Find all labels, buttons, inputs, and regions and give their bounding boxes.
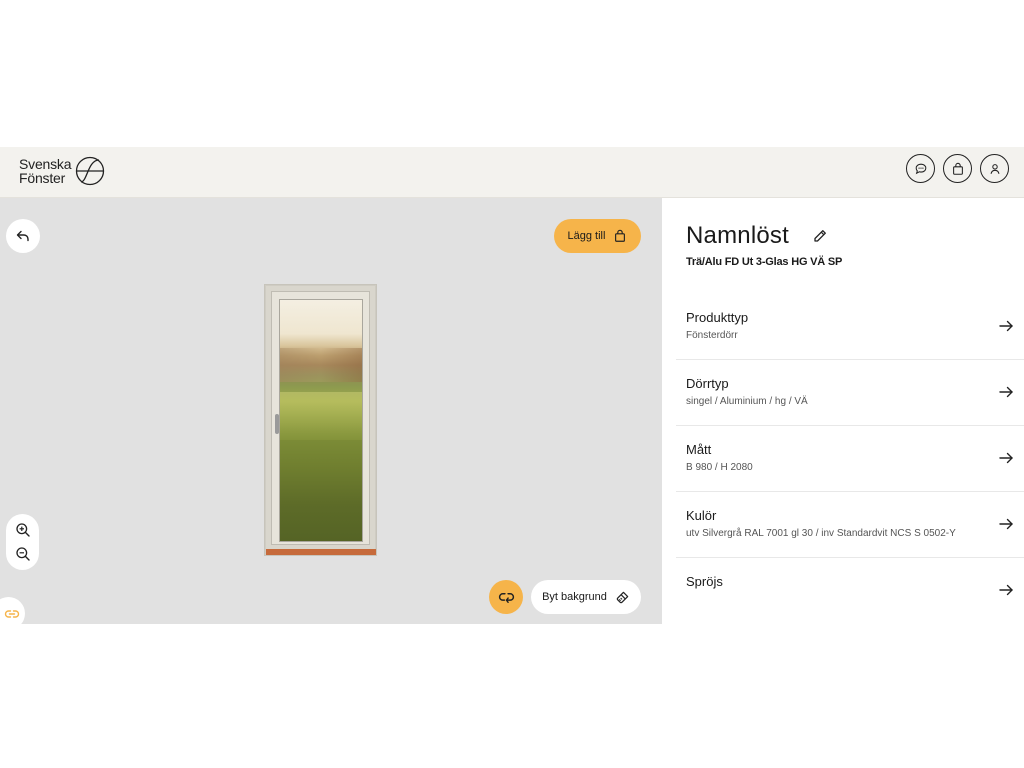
configurator-app: Svenska Fönster Lägg till Byt bakgrund N… (0, 147, 1024, 624)
option-title: Spröjs (686, 574, 723, 589)
option-title: Dörrtyp (686, 376, 729, 391)
zoom-out-icon (15, 547, 30, 561)
option-value: Fönsterdörr (686, 330, 738, 341)
product-subtitle: Trä/Alu FD Ut 3-Glas HG VÄ SP (686, 256, 843, 268)
back-button[interactable] (6, 219, 40, 253)
option-value: singel / Aluminium / hg / VÄ (686, 396, 808, 407)
change-background-label: Byt bakgrund (542, 591, 607, 603)
zoom-controls (6, 514, 39, 570)
option-list: Produkttyp Fönsterdörr Dörrtyp singel / … (676, 294, 1024, 624)
door-sill (266, 549, 376, 555)
undo-arrow-icon (16, 230, 29, 242)
change-background-button[interactable]: Byt bakgrund (531, 580, 641, 614)
zoom-in-icon (15, 523, 30, 537)
option-title: Kulör (686, 508, 717, 523)
arrow-right-icon (999, 584, 1013, 596)
zoom-in-button[interactable] (13, 520, 33, 540)
arrow-right-icon (999, 320, 1013, 332)
option-sprojs[interactable]: Spröjs (676, 558, 1024, 624)
product-preview-canvas[interactable]: Lägg till Byt bakgrund (0, 198, 662, 624)
cart-button[interactable] (943, 154, 972, 183)
door-sash (271, 291, 370, 545)
user-icon (990, 163, 999, 174)
product-name: Namnlöst (686, 222, 789, 249)
option-dorrtyp[interactable]: Dörrtyp singel / Aluminium / hg / VÄ (676, 360, 1024, 426)
configuration-panel: Namnlöst Trä/Alu FD Ut 3-Glas HG VÄ SP P… (662, 198, 1024, 624)
paint-brush-icon (616, 591, 629, 603)
option-value: B 980 / H 2080 (686, 462, 753, 473)
chat-icon (915, 163, 926, 174)
link-button[interactable] (0, 597, 25, 624)
option-produkttyp[interactable]: Produkttyp Fönsterdörr (676, 294, 1024, 360)
link-icon (4, 609, 19, 618)
share-link-icon (498, 592, 514, 603)
edit-name-button[interactable] (811, 227, 829, 245)
top-header: Svenska Fönster (0, 147, 1024, 198)
option-title: Mått (686, 442, 712, 457)
pencil-icon (814, 230, 826, 242)
brand-logo[interactable]: Svenska Fönster (19, 156, 105, 186)
account-button[interactable] (980, 154, 1009, 183)
door-preview (264, 284, 377, 556)
chat-button[interactable] (906, 154, 935, 183)
product-name-row: Namnlöst (686, 222, 829, 250)
brand-mark-icon (76, 156, 105, 186)
option-kulor[interactable]: Kulör utv Silvergrå RAL 7001 gl 30 / inv… (676, 492, 1024, 558)
add-to-cart-button[interactable]: Lägg till (554, 219, 641, 253)
share-link-button[interactable] (489, 580, 523, 614)
arrow-right-icon (999, 452, 1013, 464)
brand-wordmark: Svenska Fönster (19, 157, 71, 185)
zoom-out-button[interactable] (13, 544, 33, 564)
brand-line-1: Svenska (19, 156, 72, 172)
bag-icon (615, 229, 626, 242)
header-actions (906, 154, 1009, 183)
add-to-cart-label: Lägg till (567, 230, 606, 242)
door-glass-landscape (279, 299, 363, 542)
bag-icon (952, 162, 963, 175)
option-value: utv Silvergrå RAL 7001 gl 30 / inv Stand… (686, 528, 956, 539)
option-matt[interactable]: Mått B 980 / H 2080 (676, 426, 1024, 492)
brand-line-2: Fönster (19, 170, 66, 186)
arrow-right-icon (999, 518, 1013, 530)
option-title: Produkttyp (686, 310, 749, 325)
arrow-right-icon (999, 386, 1013, 398)
